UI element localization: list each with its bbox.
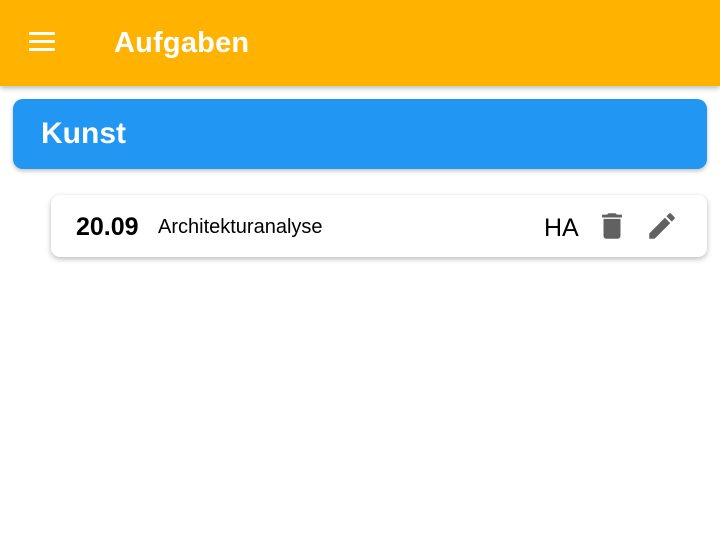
task-card[interactable]: 20.09 Architekturanalyse HA: [51, 195, 707, 257]
hamburger-menu-icon: [24, 27, 64, 57]
subject-header-kunst[interactable]: Kunst: [13, 99, 707, 169]
menu-button[interactable]: [24, 27, 64, 59]
edit-task-button[interactable]: [645, 209, 679, 243]
task-title: Architekturanalyse: [158, 216, 323, 238]
app-bar: Aufgaben: [0, 0, 720, 86]
delete-task-button[interactable]: [595, 209, 629, 243]
task-date: 20.09: [76, 213, 139, 241]
pencil-icon: [645, 209, 679, 243]
subject-title: Kunst: [41, 117, 126, 150]
page-title: Aufgaben: [114, 27, 250, 59]
task-type-badge: HA: [544, 214, 579, 242]
trash-icon: [595, 209, 629, 243]
